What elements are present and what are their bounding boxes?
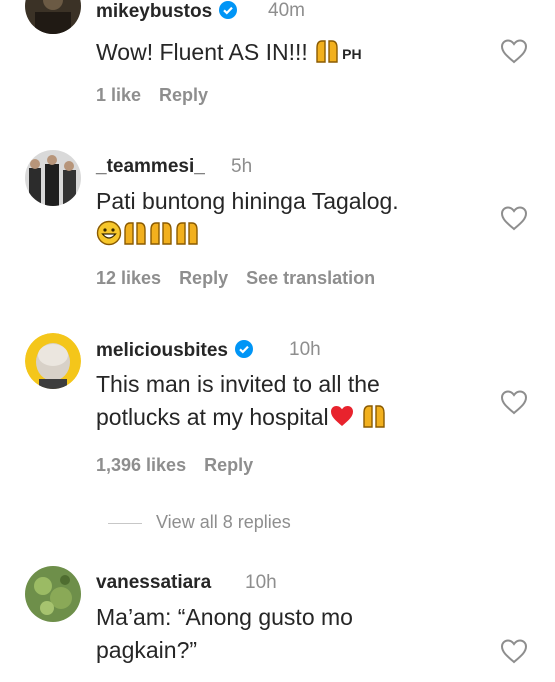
grinning-emoji [96,220,122,246]
comment-time: 40m [268,0,305,21]
replies-divider [108,522,142,524]
raised-hands-emoji [124,222,146,245]
comment-time: 10h [245,572,277,593]
reply-button[interactable]: Reply [179,268,228,288]
comment-text-main: Pati buntong hininga Tagalog. [96,188,399,214]
view-replies-label: View all 8 replies [156,512,291,532]
heart-outline-icon[interactable] [499,388,529,416]
likes-count[interactable]: 1 like [96,85,141,105]
comment-meta: 1 like Reply [96,85,226,106]
comment-text: Wow! Fluent AS IN!!! PH [96,36,466,71]
avatar-image [25,0,81,34]
comment-text: This man is invited to all the potlucks … [96,368,466,434]
avatar[interactable] [25,333,81,389]
avatar-image [25,150,81,206]
view-replies-button[interactable]: View all 8 replies [108,512,291,533]
heart-outline-icon[interactable] [499,637,529,665]
comment-username[interactable]: _teammesi_ [96,156,205,178]
avatar-image [25,566,81,622]
comment-time: 10h [289,339,321,360]
avatar-image [25,333,81,389]
comment-meta: 1,396 likes Reply [96,455,271,476]
comment-username[interactable]: vanessatiara [96,572,211,594]
likes-count[interactable]: 12 likes [96,268,161,288]
raised-hands-emoji [362,405,385,428]
comment-flag-text: PH [342,46,362,62]
raised-hands-emoji [316,40,338,63]
comment-text-line: pagkain?” [96,637,198,663]
username-text: meliciousbites [96,340,228,361]
comment-text-line: This man is invited to all the [96,371,380,397]
verified-badge-icon [235,340,253,358]
avatar[interactable] [25,566,81,622]
likes-count[interactable]: 1,396 likes [96,455,186,475]
comment-username[interactable]: meliciousbites [96,339,254,362]
raised-hands-emoji [176,222,198,245]
verified-badge-icon [219,1,238,19]
comment-text: Pati buntong hininga Tagalog. [96,185,466,251]
heart-outline-icon[interactable] [499,204,529,232]
heart-outline-icon[interactable] [499,37,529,65]
avatar[interactable] [25,0,81,34]
see-translation-button[interactable]: See translation [246,268,375,288]
comment-meta: 12 likes Reply See translation [96,268,393,289]
comment-time: 5h [231,156,253,177]
avatar[interactable] [25,150,81,206]
reply-button[interactable]: Reply [159,85,208,105]
username-text: mikeybustos [96,1,213,22]
reply-button[interactable]: Reply [204,455,253,475]
comment-text: Ma’am: “Anong gusto mo pagkain?” [96,601,466,667]
comment-username[interactable]: mikeybustos [96,0,238,23]
comment-text-line: potlucks at my hospital [96,404,329,430]
raised-hands-emoji [150,222,172,245]
comment-text-line: Ma’am: “Anong gusto mo [96,604,353,630]
red-heart-emoji [330,406,353,426]
comment-text-main: Wow! Fluent AS IN!!! [96,39,308,65]
